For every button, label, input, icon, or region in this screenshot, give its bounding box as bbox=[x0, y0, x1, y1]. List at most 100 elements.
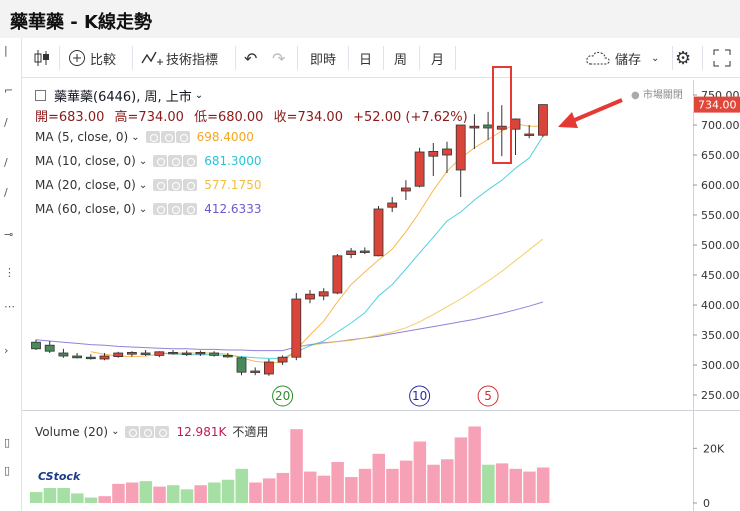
candle-body bbox=[222, 354, 233, 358]
y-tick-label: 550.00 bbox=[701, 209, 740, 222]
volume-bar bbox=[345, 477, 358, 503]
volume-value: 12.981K bbox=[176, 424, 227, 439]
volume-bar bbox=[468, 426, 481, 503]
ma-legend-row: MA (5, close, 0) ⌄ 698.4000 bbox=[35, 130, 254, 144]
ma60-line bbox=[35, 301, 544, 352]
y-tick-label: 250.00 bbox=[701, 389, 740, 402]
candle-body bbox=[195, 351, 206, 355]
candle-body bbox=[469, 125, 480, 129]
candle-body bbox=[72, 355, 82, 359]
ma-label: MA (5, close, 0) bbox=[35, 130, 129, 144]
volume-bar bbox=[84, 497, 98, 503]
candle-body bbox=[291, 298, 302, 358]
indicator-controls[interactable] bbox=[145, 131, 191, 143]
volume-bar bbox=[358, 468, 372, 503]
volume-bar bbox=[413, 441, 427, 503]
annotation-arrowhead bbox=[558, 112, 578, 128]
indicator-controls[interactable] bbox=[125, 425, 170, 438]
volume-bar bbox=[482, 464, 495, 503]
ma-legend-row: MA (10, close, 0) ⌄ 681.3000 bbox=[35, 154, 261, 168]
volume-bar bbox=[317, 475, 331, 503]
candle-body bbox=[263, 361, 274, 375]
candle-body bbox=[154, 351, 165, 356]
chevron-down-icon[interactable]: ⌄ bbox=[139, 156, 147, 167]
ma-value: 681.3000 bbox=[204, 154, 262, 168]
candle-body bbox=[359, 250, 370, 253]
ma-marker-label: 10 bbox=[412, 389, 427, 403]
volume-bar bbox=[290, 429, 303, 503]
market-status-text: 市場關閉 bbox=[642, 90, 683, 101]
candle-body bbox=[209, 352, 220, 356]
y-tick-label: 300.00 bbox=[701, 359, 740, 372]
y-tick-label: 500.00 bbox=[701, 239, 740, 252]
cstock-logo: CStock bbox=[38, 470, 80, 483]
candle-body bbox=[442, 148, 452, 156]
candle-body bbox=[483, 124, 494, 129]
candle-body bbox=[113, 352, 124, 357]
volume-bar bbox=[194, 485, 207, 503]
candle-body bbox=[140, 352, 151, 355]
collapse-icon[interactable] bbox=[35, 90, 46, 101]
candle-body bbox=[127, 351, 137, 355]
volume-bar bbox=[276, 472, 290, 503]
candle-body bbox=[455, 124, 466, 171]
indicator-controls[interactable] bbox=[153, 155, 198, 167]
candle-body bbox=[524, 133, 535, 136]
candle-body bbox=[318, 291, 329, 297]
symbol-info: 藥華藥(6446), 周, 上市 bbox=[54, 90, 192, 105]
candle-body bbox=[387, 202, 398, 208]
candle-body bbox=[58, 352, 69, 357]
status-dot-icon: ● bbox=[631, 90, 640, 101]
candle-body bbox=[373, 208, 384, 257]
ma-label: MA (20, close, 0) bbox=[35, 178, 136, 192]
volume-tick-label: 0 bbox=[703, 497, 710, 510]
candle-body bbox=[44, 344, 55, 352]
candle-body bbox=[538, 104, 548, 136]
market-status: ● 市場關閉 bbox=[631, 86, 683, 101]
volume-bar bbox=[153, 486, 166, 503]
y-tick-label: 700.00 bbox=[701, 119, 740, 132]
ohlc-open: 開=683.00 bbox=[35, 110, 105, 125]
brand-text: CStock bbox=[38, 470, 81, 483]
candle-body bbox=[85, 356, 96, 360]
ohlc-close: 收=734.00 bbox=[273, 110, 343, 125]
volume-bar bbox=[30, 492, 43, 503]
chevron-down-icon[interactable]: ⌄ bbox=[111, 426, 119, 437]
ma-marker-label: 5 bbox=[484, 389, 492, 403]
volume-bar bbox=[235, 468, 248, 503]
volume-bar bbox=[331, 462, 344, 503]
ma-label: MA (60, close, 0) bbox=[35, 202, 136, 216]
candle-body bbox=[428, 150, 439, 157]
ma-value: 698.4000 bbox=[196, 130, 254, 144]
volume-bar bbox=[71, 493, 84, 503]
candle-body bbox=[305, 293, 315, 300]
volume-bar bbox=[167, 485, 180, 503]
volume-bar bbox=[139, 481, 153, 503]
ohlc-change: +52.00 (+7.62%) bbox=[353, 110, 468, 125]
chevron-down-icon[interactable]: ⌄ bbox=[195, 90, 203, 101]
ma-marker-label: 20 bbox=[275, 389, 290, 403]
candle-body bbox=[181, 352, 192, 355]
volume-tick-label: 20K bbox=[703, 442, 725, 455]
volume-bar bbox=[221, 479, 235, 503]
volume-bar bbox=[262, 478, 276, 503]
volume-bar bbox=[112, 483, 125, 503]
chevron-down-icon[interactable]: ⌄ bbox=[131, 132, 139, 143]
volume-bar bbox=[208, 482, 221, 503]
chevron-down-icon[interactable]: ⌄ bbox=[139, 180, 147, 191]
volume-bar bbox=[57, 487, 70, 503]
volume-bar bbox=[441, 459, 454, 503]
indicator-controls[interactable] bbox=[153, 179, 198, 191]
volume-bar bbox=[98, 496, 111, 503]
candle-body bbox=[496, 125, 507, 130]
y-tick-label: 350.00 bbox=[701, 329, 740, 342]
volume-bar bbox=[43, 487, 57, 503]
volume-note: 不適用 bbox=[232, 425, 269, 439]
candle-body bbox=[414, 151, 425, 187]
chevron-down-icon[interactable]: ⌄ bbox=[139, 204, 147, 215]
ma-value: 577.1750 bbox=[204, 178, 262, 192]
indicator-controls[interactable] bbox=[153, 203, 198, 215]
volume-bar bbox=[125, 482, 139, 503]
candle-body bbox=[168, 351, 178, 355]
volume-bar bbox=[399, 460, 413, 503]
